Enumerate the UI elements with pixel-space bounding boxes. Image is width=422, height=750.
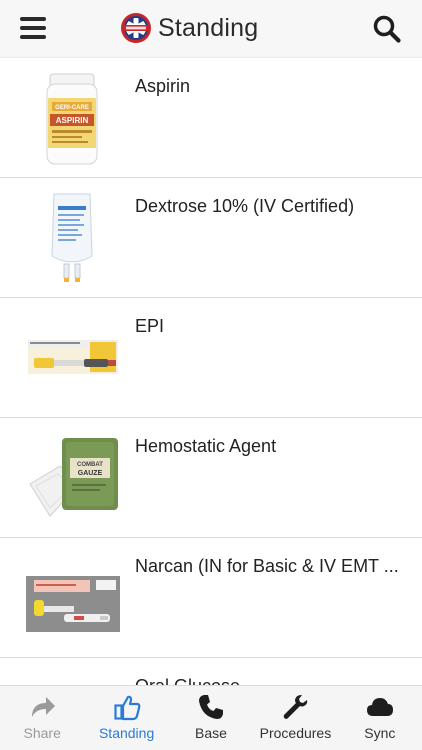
app-header: Standing bbox=[0, 0, 422, 58]
tab-label: Share bbox=[23, 725, 61, 741]
epinephrine-injector-image bbox=[20, 304, 124, 410]
list-item-dextrose[interactable]: Dextrose 10% (IV Certified) bbox=[0, 178, 422, 298]
tab-label: Standing bbox=[98, 725, 155, 741]
cloud-icon bbox=[366, 698, 393, 716]
tab-share[interactable]: Share bbox=[0, 686, 84, 750]
bottom-tab-bar: Share Standing Base Procedures Sync bbox=[0, 685, 422, 750]
oral-glucose-image bbox=[20, 664, 124, 685]
svg-text:ASPIRIN: ASPIRIN bbox=[56, 116, 89, 125]
medication-name: Hemostatic Agent bbox=[135, 436, 277, 456]
medication-name: Narcan (IN for Basic & IV EMT ... bbox=[135, 556, 399, 576]
combat-gauze-image: COMBAT GAUZE bbox=[20, 424, 124, 530]
svg-text:GAUZE: GAUZE bbox=[78, 470, 103, 477]
tab-label: Procedures bbox=[259, 725, 332, 741]
phone-icon bbox=[199, 695, 224, 719]
list-item-aspirin[interactable]: GERI-CARE ASPIRIN Aspirin bbox=[0, 58, 422, 178]
svg-text:COMBAT: COMBAT bbox=[77, 462, 103, 468]
list-item-epi[interactable]: EPI bbox=[0, 298, 422, 418]
list-item-oral-glucose[interactable]: Oral Glucose bbox=[0, 658, 422, 685]
medication-name: EPI bbox=[135, 316, 165, 336]
medication-name: Aspirin bbox=[135, 76, 191, 96]
wrench-icon bbox=[284, 695, 308, 719]
thumbs-up-icon bbox=[114, 695, 140, 721]
tab-standing[interactable]: Standing bbox=[84, 686, 168, 750]
tab-label: Sync bbox=[364, 725, 396, 741]
aspirin-bottle-image: GERI-CARE ASPIRIN bbox=[20, 64, 124, 170]
list-item-hemostatic-agent[interactable]: COMBAT GAUZE Hemostatic Agent bbox=[0, 418, 422, 538]
hamburger-menu-icon[interactable] bbox=[20, 17, 46, 39]
list-item-narcan[interactable]: Narcan (IN for Basic & IV EMT ... bbox=[0, 538, 422, 658]
tab-label: Base bbox=[195, 725, 227, 741]
star-of-life-logo-icon bbox=[121, 13, 151, 43]
medication-list: GERI-CARE ASPIRIN Aspirin Dextrose 10% (… bbox=[0, 58, 422, 685]
svg-text:GERI-CARE: GERI-CARE bbox=[55, 105, 89, 111]
tab-sync[interactable]: Sync bbox=[338, 686, 422, 750]
tab-base[interactable]: Base bbox=[169, 686, 253, 750]
search-icon[interactable] bbox=[372, 14, 402, 44]
page-title: Standing bbox=[158, 13, 259, 42]
share-arrow-icon bbox=[32, 697, 56, 717]
iv-bag-image bbox=[20, 184, 124, 290]
header-title-group: Standing bbox=[120, 10, 258, 46]
tab-procedures[interactable]: Procedures bbox=[253, 686, 337, 750]
narcan-kit-image bbox=[20, 544, 124, 650]
medication-name: Oral Glucose bbox=[135, 676, 415, 685]
medication-name: Dextrose 10% (IV Certified) bbox=[135, 196, 355, 216]
